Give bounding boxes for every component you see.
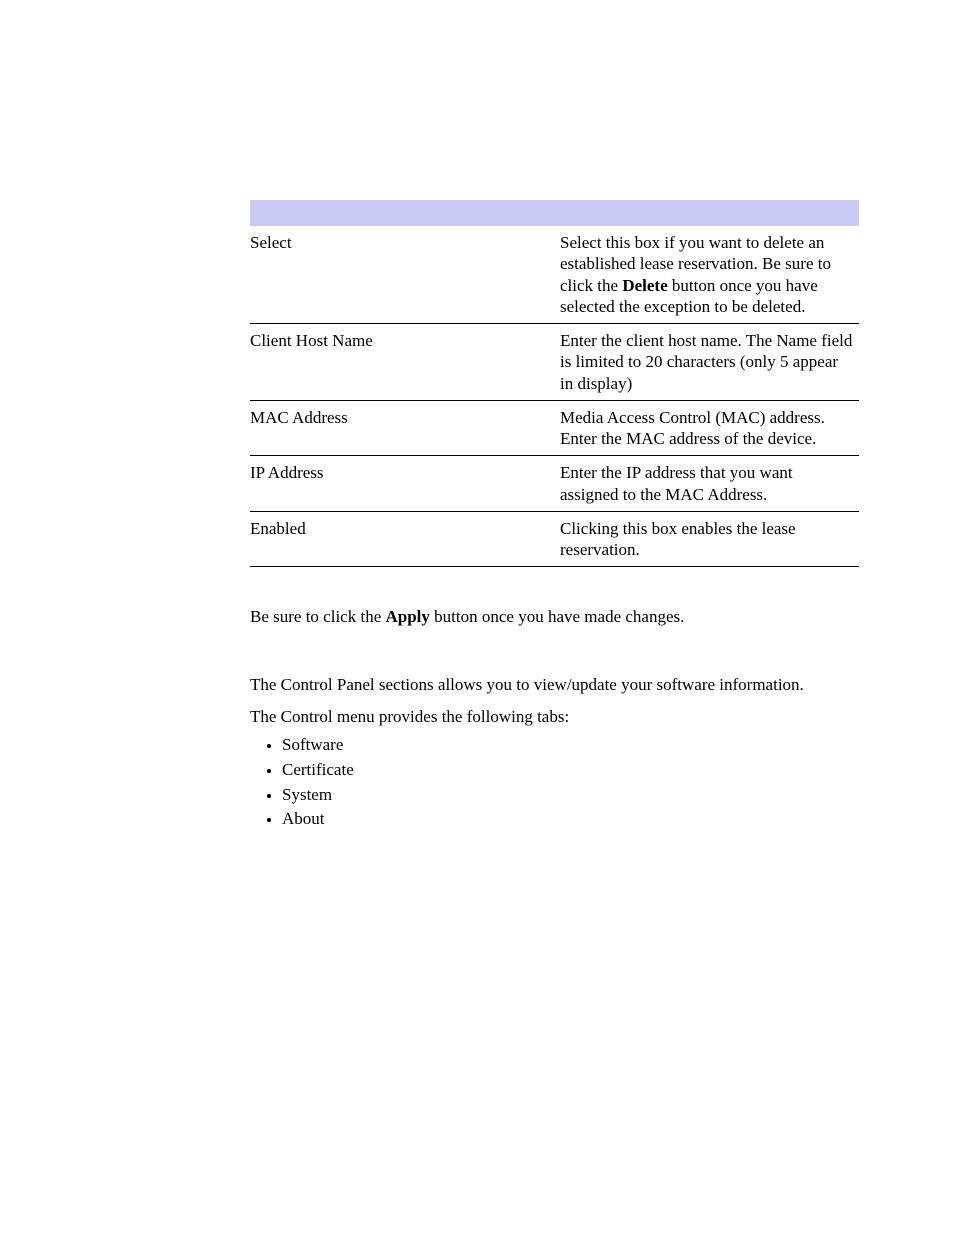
field-description: Enter the client host name. The Name fie…: [560, 324, 859, 401]
list-item: Certificate: [282, 758, 859, 783]
list-item: Software: [282, 733, 859, 758]
table-row: Enabled Clicking this box enables the le…: [250, 511, 859, 567]
table-row: Select Select this box if you want to de…: [250, 226, 859, 324]
field-description: Enter the IP address that you want assig…: [560, 456, 859, 512]
field-name: MAC Address: [250, 400, 560, 456]
apply-note: Be sure to click the Apply button once y…: [250, 605, 859, 629]
field-name: IP Address: [250, 456, 560, 512]
table-row: Client Host Name Enter the client host n…: [250, 324, 859, 401]
field-description: Media Access Control (MAC) address. Ente…: [560, 400, 859, 456]
document-page: Select Select this box if you want to de…: [0, 0, 954, 832]
table-row: IP Address Enter the IP address that you…: [250, 456, 859, 512]
control-tabs-list: Software Certificate System About: [250, 733, 859, 833]
table-header-row: [250, 200, 859, 226]
control-panel-intro: The Control Panel sections allows you to…: [250, 673, 859, 697]
field-description-table: Select Select this box if you want to de…: [250, 200, 859, 567]
table-row: MAC Address Media Access Control (MAC) a…: [250, 400, 859, 456]
control-tabs-lead: The Control menu provides the following …: [250, 705, 859, 729]
field-name: Client Host Name: [250, 324, 560, 401]
field-description: Select this box if you want to delete an…: [560, 226, 859, 324]
list-item: System: [282, 783, 859, 808]
list-item: About: [282, 807, 859, 832]
field-name: Select: [250, 226, 560, 324]
field-description: Clicking this box enables the lease rese…: [560, 511, 859, 567]
field-name: Enabled: [250, 511, 560, 567]
